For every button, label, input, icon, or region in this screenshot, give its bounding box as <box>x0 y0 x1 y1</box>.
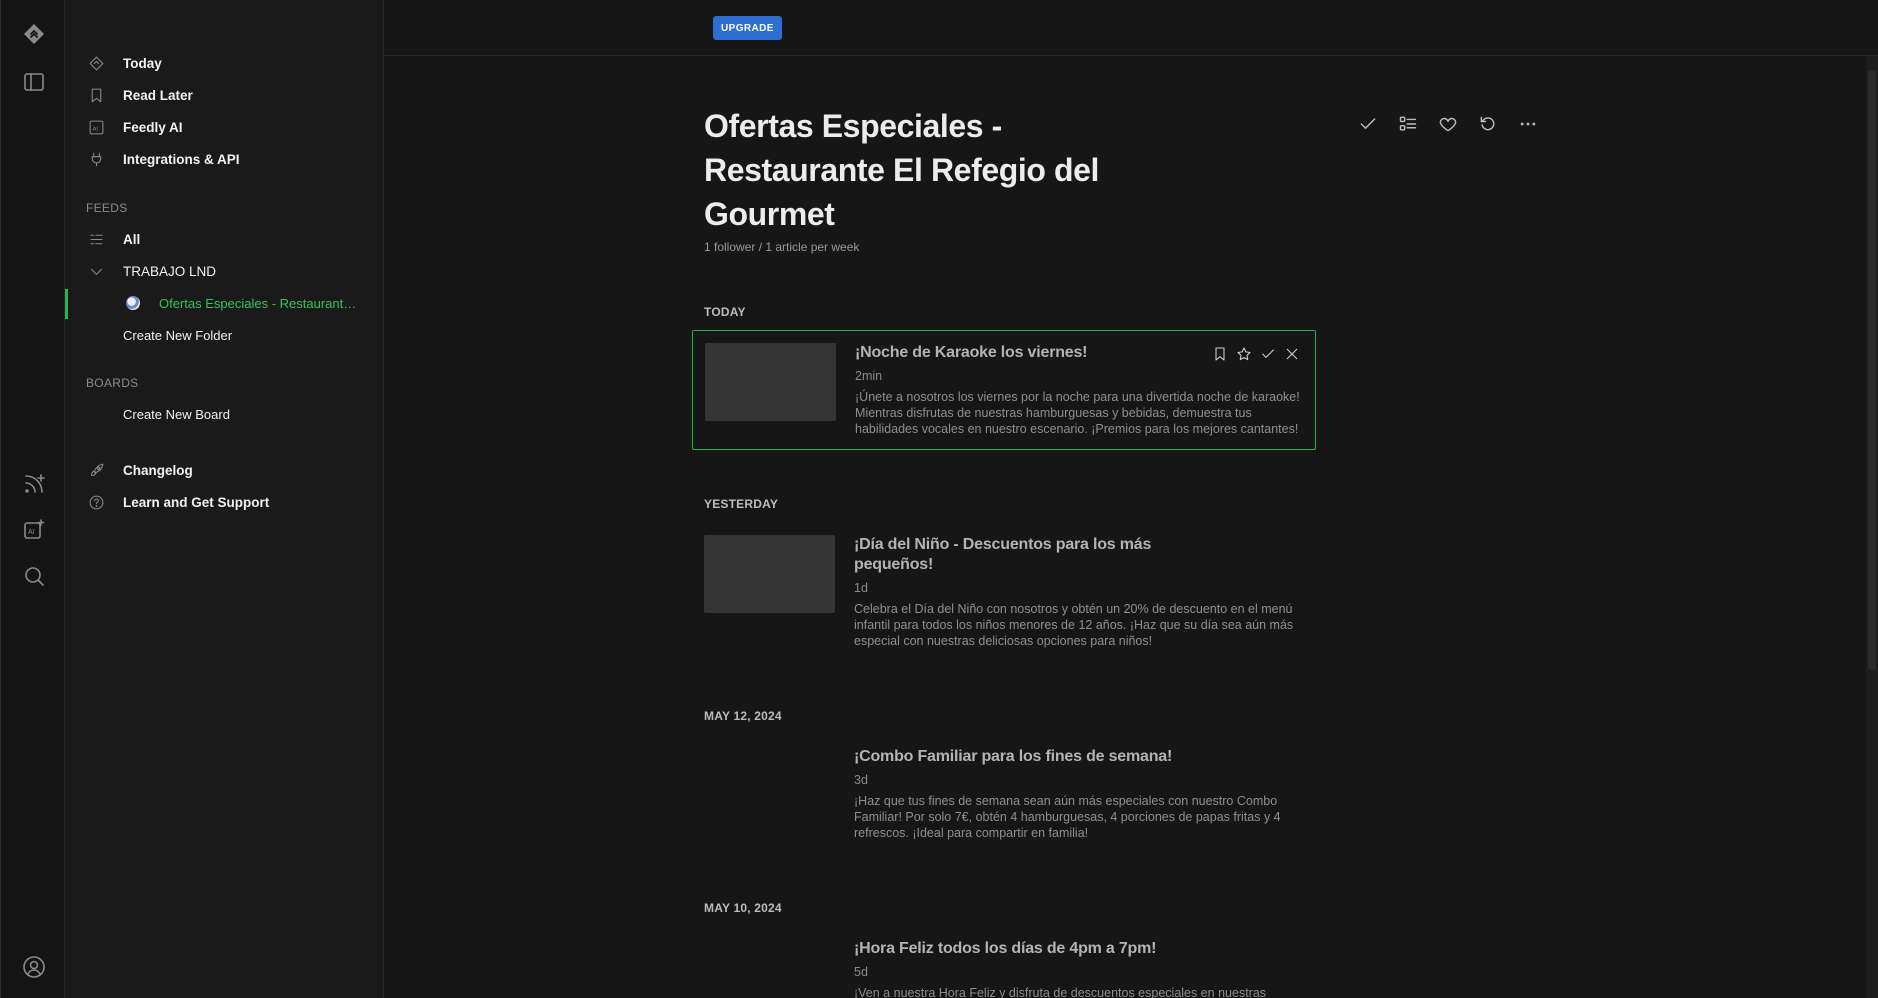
ai-icon: AI <box>87 118 105 136</box>
feed-meta: 1 follower / 1 article per week <box>704 240 860 254</box>
article-snippet-text: ¡Ven a nuestra Hora Feliz y disfruta de … <box>854 986 1267 998</box>
nav-item-label: Learn and Get Support <box>123 494 270 510</box>
add-feed-icon[interactable] <box>20 470 48 498</box>
nav-item-learn-support[interactable]: Learn and Get Support <box>65 488 383 516</box>
article-snippet: ¡Ven a nuestra Hora Feliz y disfruta de … <box>854 985 1304 998</box>
article-thumbnail <box>705 343 836 421</box>
sidebar-toggle-icon[interactable] <box>20 68 48 96</box>
mark-read-icon[interactable] <box>1354 110 1382 138</box>
nav-item-read-later[interactable]: Read Later <box>65 81 383 109</box>
article-title[interactable]: ¡Combo Familiar para los fines de semana… <box>854 747 1172 767</box>
top-bar: UPGRADE <box>384 0 1878 56</box>
bookmark-icon <box>87 86 105 104</box>
nav-item-all-feeds[interactable]: All <box>65 225 383 253</box>
section-header-yesterday: YESTERDAY <box>704 497 779 511</box>
feedly-app: AI Today Read Later AI Feedly AI Integra… <box>0 0 1878 998</box>
article-title[interactable]: ¡Hora Feliz todos los días de 4pm a 7pm! <box>854 939 1156 959</box>
nav-item-label: Changelog <box>123 462 193 478</box>
article-card[interactable]: ¡Hora Feliz todos los días de 4pm a 7pm!… <box>692 927 1316 998</box>
article-age: 3d <box>854 773 868 787</box>
article-title[interactable]: ¡Día del Niño - Descuentos para los más … <box>854 535 1154 575</box>
more-icon[interactable] <box>1514 110 1542 138</box>
feedly-logo-icon[interactable] <box>20 20 48 48</box>
article-snippet: Celebra el Día del Niño con nosotros y o… <box>854 601 1304 649</box>
create-board-label: Create New Board <box>123 406 230 422</box>
article-card[interactable]: ¡Combo Familiar para los fines de semana… <box>692 735 1316 845</box>
nav-item-label: Integrations & API <box>123 151 240 167</box>
section-header-may-10: MAY 10, 2024 <box>704 901 782 915</box>
refresh-icon[interactable] <box>1474 110 1502 138</box>
add-ai-feed-icon[interactable]: AI <box>20 516 48 544</box>
create-new-folder-link[interactable]: Create New Folder <box>65 321 383 349</box>
left-navigation: Today Read Later AI Feedly AI Integratio… <box>65 0 384 998</box>
list-icon <box>87 230 105 248</box>
article-age: 1d <box>854 581 868 595</box>
article-quick-actions <box>1211 345 1301 363</box>
article-snippet: ¡Únete a nosotros los viernes por la noc… <box>855 389 1305 437</box>
nav-item-today[interactable]: Today <box>65 49 383 77</box>
main-content: UPGRADE Ofertas Especiales - Restaurante… <box>384 0 1878 998</box>
feed-item-label: Ofertas Especiales - Restaurante El Refe… <box>159 295 363 311</box>
today-diamond-icon <box>87 54 105 72</box>
nav-item-changelog[interactable]: Changelog <box>65 456 383 484</box>
nav-item-feedly-ai[interactable]: AI Feedly AI <box>65 113 383 141</box>
nav-item-label: All <box>123 231 141 247</box>
svg-text:AI: AI <box>28 529 35 536</box>
article-title[interactable]: ¡Noche de Karaoke los viernes! <box>855 343 1088 363</box>
rocket-icon <box>87 461 105 479</box>
article-card[interactable]: ¡Noche de Karaoke los viernes! 2min ¡Úne… <box>692 330 1316 450</box>
save-star-icon[interactable] <box>1235 345 1253 363</box>
nav-item-integrations[interactable]: Integrations & API <box>65 145 383 173</box>
article-card[interactable]: ¡Día del Niño - Descuentos para los más … <box>692 523 1316 653</box>
mark-as-read-check-icon[interactable] <box>1259 345 1277 363</box>
feed-actions <box>1354 110 1542 138</box>
folder-label: TRABAJO LND <box>123 263 217 279</box>
scrollbar-thumb[interactable] <box>1868 70 1876 670</box>
boards-section-header: BOARDS <box>86 376 139 390</box>
article-snippet-text: ¡Únete a nosotros los viernes por la noc… <box>855 390 1300 436</box>
read-later-bookmark-icon[interactable] <box>1211 345 1229 363</box>
chevron-down-icon[interactable] <box>87 262 105 280</box>
follow-heart-icon[interactable] <box>1434 110 1462 138</box>
nav-item-label: Read Later <box>123 87 193 103</box>
search-icon[interactable] <box>20 562 48 590</box>
article-snippet-text: ¡Haz que tus fines de semana sean aún má… <box>854 794 1281 840</box>
create-folder-label: Create New Folder <box>123 327 233 343</box>
close-icon[interactable] <box>1283 345 1301 363</box>
folder-trabajo-lnd[interactable]: TRABAJO LND <box>65 257 383 285</box>
help-circle-icon <box>87 493 105 511</box>
layout-list-icon[interactable] <box>1394 110 1422 138</box>
section-header-may-12: MAY 12, 2024 <box>704 709 782 723</box>
article-snippet-text: Celebra el Día del Niño con nosotros y o… <box>854 602 1294 648</box>
article-thumbnail <box>704 535 835 613</box>
article-age: 5d <box>854 965 868 979</box>
feed-favicon-globe-icon <box>126 296 140 310</box>
article-snippet: ¡Haz que tus fines de semana sean aún má… <box>854 793 1304 841</box>
feed-title: Ofertas Especiales - Restaurante El Refe… <box>704 108 1100 232</box>
svg-text:AI: AI <box>92 126 98 132</box>
feeds-section-header: FEEDS <box>86 201 128 215</box>
main-scrollbar[interactable] <box>1866 56 1878 998</box>
article-age: 2min <box>855 369 883 383</box>
icon-rail: AI <box>0 0 65 998</box>
nav-item-label: Today <box>123 55 162 71</box>
user-account-icon[interactable] <box>20 953 48 981</box>
plug-icon <box>87 150 105 168</box>
upgrade-button[interactable]: UPGRADE <box>713 16 782 40</box>
feed-item-ofertas-especiales[interactable]: Ofertas Especiales - Restaurante El Refe… <box>65 289 383 317</box>
create-new-board-link[interactable]: Create New Board <box>65 400 383 428</box>
section-header-today: TODAY <box>704 305 746 319</box>
nav-item-label: Feedly AI <box>123 119 183 135</box>
